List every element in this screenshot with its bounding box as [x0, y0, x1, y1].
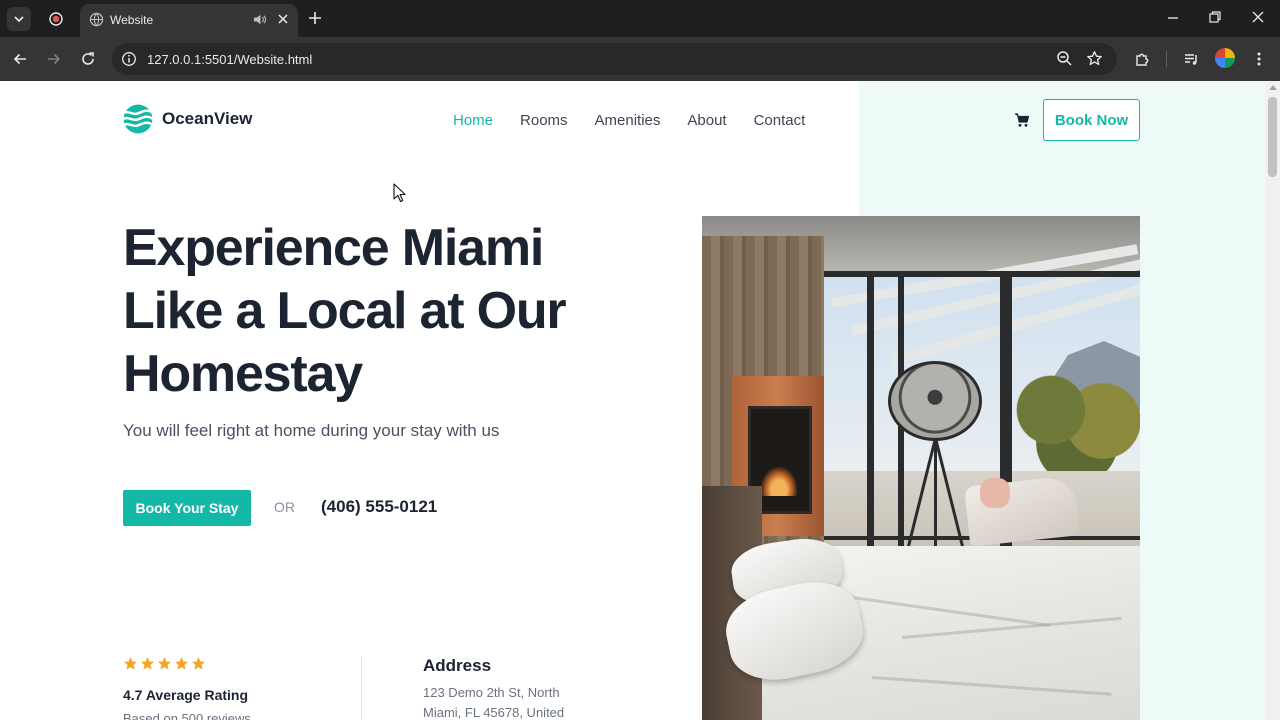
- zoom-icon[interactable]: [1056, 50, 1073, 67]
- phone-number[interactable]: (406) 555-0121: [321, 497, 437, 517]
- close-icon[interactable]: [276, 12, 290, 26]
- forward-button[interactable]: [44, 49, 64, 69]
- or-separator: OR: [274, 499, 295, 515]
- browser-toolbar: 127.0.0.1:5501/Website.html: [0, 37, 1280, 81]
- back-button[interactable]: [10, 49, 30, 69]
- puzzle-icon: [1135, 53, 1148, 66]
- brand[interactable]: OceanView: [123, 104, 252, 134]
- nav-about[interactable]: About: [687, 112, 726, 129]
- hero-image: [702, 216, 1140, 720]
- main-nav: Home Rooms Amenities About Contact: [453, 112, 832, 129]
- tab-search-button[interactable]: [7, 7, 31, 31]
- page-scrollbar[interactable]: [1265, 81, 1280, 720]
- scroll-up-arrow[interactable]: [1269, 85, 1277, 90]
- cart-icon[interactable]: [1014, 112, 1030, 128]
- address-bar[interactable]: 127.0.0.1:5501/Website.html: [112, 43, 1117, 75]
- mouse-cursor-icon: [393, 183, 406, 203]
- minimize-icon[interactable]: [1165, 9, 1181, 25]
- page-viewport: OceanView Home Rooms Amenities About Con…: [0, 81, 1265, 720]
- star-icon: [157, 656, 172, 670]
- nav-rooms[interactable]: Rooms: [520, 112, 568, 129]
- nav-contact[interactable]: Contact: [754, 112, 806, 129]
- playlist-icon: [1184, 53, 1197, 65]
- profile-avatar[interactable]: [1215, 48, 1235, 68]
- star-icon: [140, 656, 155, 670]
- stats-divider: [361, 656, 362, 720]
- book-now-button[interactable]: Book Now: [1043, 99, 1140, 141]
- info-icon[interactable]: [121, 51, 137, 67]
- speaker-icon[interactable]: [252, 12, 267, 27]
- bookmark-star-icon[interactable]: [1086, 50, 1103, 67]
- url-text[interactable]: 127.0.0.1:5501/Website.html: [147, 52, 312, 67]
- hero-title: Experience Miami Like a Local at Our Hom…: [123, 219, 567, 403]
- active-tab[interactable]: Website: [80, 4, 298, 37]
- arrow-left-icon: [13, 53, 26, 65]
- media-control-button[interactable]: [1181, 49, 1201, 69]
- address-text: 123 Demo 2th St, North Miami, FL 45678, …: [423, 685, 565, 720]
- average-rating: 4.7 Average Rating: [123, 687, 249, 703]
- rating-stars: [123, 656, 208, 671]
- menu-button[interactable]: [1249, 49, 1269, 69]
- star-icon: [123, 656, 138, 670]
- tab-title: Website: [110, 13, 154, 27]
- chevron-down-icon: [14, 16, 24, 23]
- wave-logo-icon: [123, 104, 153, 134]
- recording-icon[interactable]: [47, 10, 65, 28]
- hero-subtitle: You will feel right at home during your …: [123, 421, 500, 440]
- address-title: Address: [423, 656, 492, 675]
- restore-icon[interactable]: [1207, 9, 1223, 25]
- kebab-menu-icon: [1257, 52, 1261, 66]
- star-icon: [191, 656, 206, 670]
- scrollbar-thumb[interactable]: [1268, 97, 1277, 177]
- reload-icon: [82, 52, 94, 65]
- nav-amenities[interactable]: Amenities: [595, 112, 661, 129]
- arrow-right-icon: [48, 53, 61, 65]
- toolbar-separator: [1166, 51, 1167, 67]
- reviews-count: Based on 500 reviews: [123, 711, 251, 720]
- globe-icon: [89, 12, 104, 27]
- reload-button[interactable]: [78, 49, 98, 69]
- extensions-button[interactable]: [1132, 49, 1152, 69]
- star-icon: [174, 656, 189, 670]
- browser-tab-bar: Website: [0, 0, 1280, 37]
- brand-name: OceanView: [162, 109, 253, 128]
- nav-home[interactable]: Home: [453, 112, 493, 129]
- plus-icon[interactable]: [306, 9, 324, 27]
- book-your-stay-button[interactable]: Book Your Stay: [123, 490, 251, 526]
- window-close-icon[interactable]: [1250, 9, 1266, 25]
